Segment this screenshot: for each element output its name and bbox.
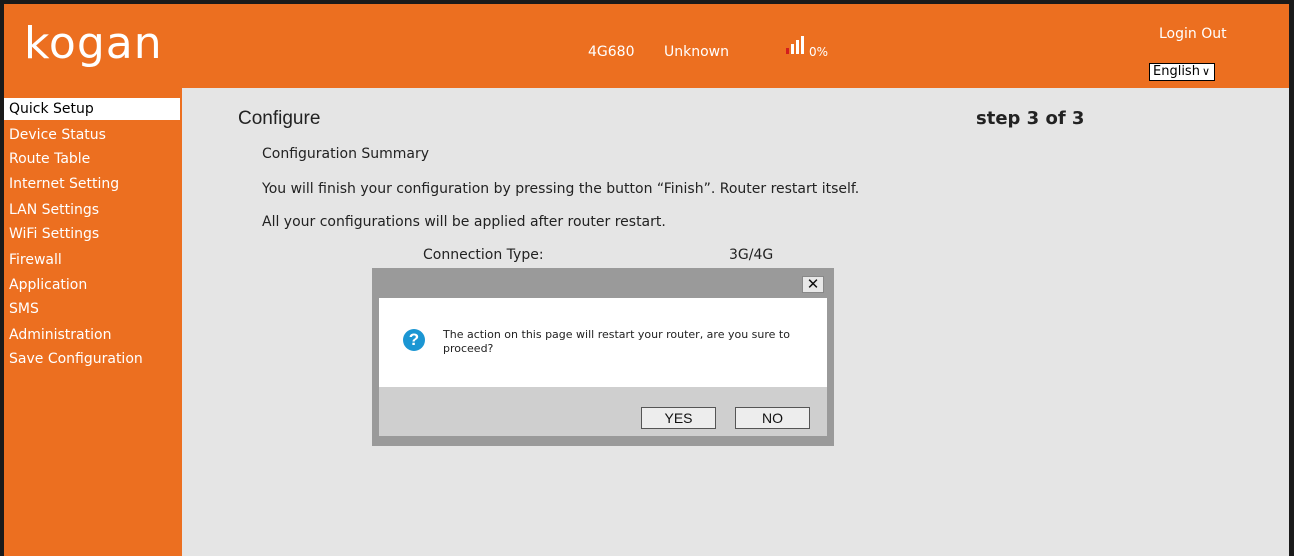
apply-notice-text: All your configurations will be applied … (262, 214, 666, 230)
question-icon: ? (403, 329, 425, 351)
sidebar-item-quick-setup[interactable]: Quick Setup (4, 98, 180, 120)
sidebar-item-administration[interactable]: Administration (4, 324, 182, 346)
confirm-restart-dialog: ✕ ? The action on this page will restart… (372, 268, 834, 446)
dialog-body: ? The action on this page will restart y… (379, 298, 827, 387)
signal-strength-icon (786, 34, 804, 54)
language-select[interactable]: English ∨ (1149, 63, 1215, 81)
finish-instruction-text: You will finish your configuration by pr… (262, 181, 860, 197)
device-model: 4G680 (588, 44, 635, 60)
sidebar-item-application[interactable]: Application (4, 274, 182, 296)
top-header: kogan 4G680 Unknown 0% Login Out English… (4, 4, 1289, 88)
language-value: English (1153, 64, 1200, 79)
sidebar-item-lan-settings[interactable]: LAN Settings (4, 199, 182, 221)
sidebar-item-route-table[interactable]: Route Table (4, 148, 182, 170)
router-admin-page: kogan 4G680 Unknown 0% Login Out English… (4, 4, 1289, 556)
dialog-footer: YES NO (379, 387, 827, 436)
page-title: Configure (238, 108, 321, 129)
yes-button[interactable]: YES (641, 407, 716, 429)
sidebar-item-device-status[interactable]: Device Status (4, 124, 182, 146)
sidebar-nav: Quick Setup Device Status Route Table In… (4, 88, 182, 556)
brand-logo-text: kogan (24, 18, 163, 68)
sidebar-item-firewall[interactable]: Firewall (4, 249, 182, 271)
step-indicator: step 3 of 3 (976, 108, 1085, 129)
logout-link[interactable]: Login Out (1159, 26, 1227, 42)
sidebar-item-wifi-settings[interactable]: WiFi Settings (4, 223, 182, 245)
no-button[interactable]: NO (735, 407, 810, 429)
network-status: Unknown (664, 44, 729, 60)
brand-logo-graphic: kogan (24, 18, 163, 68)
dialog-message: The action on this page will restart you… (443, 328, 790, 355)
sidebar-item-internet-setting[interactable]: Internet Setting (4, 173, 182, 195)
kogan-logo: kogan (24, 18, 174, 68)
connection-type-value: 3G/4G (729, 247, 774, 263)
connection-type-label: Connection Type: (423, 247, 544, 263)
sidebar-item-sms[interactable]: SMS (4, 298, 182, 320)
close-icon[interactable]: ✕ (802, 276, 824, 293)
sidebar-item-save-configuration[interactable]: Save Configuration (4, 348, 182, 370)
section-subtitle: Configuration Summary (262, 146, 430, 162)
chevron-down-icon: ∨ (1201, 65, 1210, 78)
signal-percent: 0% (809, 45, 829, 59)
